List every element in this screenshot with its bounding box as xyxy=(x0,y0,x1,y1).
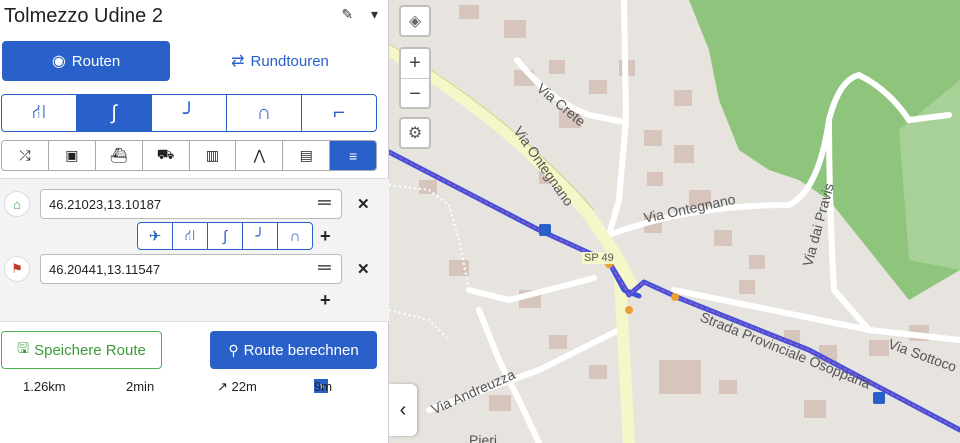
calculate-route-label: Route berechnen xyxy=(243,341,359,359)
shuffle-icon: ⤮ xyxy=(19,147,31,163)
profile-curvy-4-button[interactable]: ⌐ xyxy=(302,95,376,131)
map-view[interactable]: Via Crete Via Ontegnano Via Ontegnano Vi… xyxy=(389,0,960,443)
route-stats: 1.26km 2min ↗ 22m ↘ 9m xyxy=(0,379,389,399)
finish-flag-icon: ⚑ xyxy=(4,256,30,282)
tab-rundtouren-label: Rundtouren xyxy=(250,52,329,70)
tab-routen-label: Routen xyxy=(71,52,121,70)
loop-arrows-icon: ⇄ xyxy=(231,53,245,70)
curvy-road-3-icon: ∩ xyxy=(256,101,272,124)
drag-handle-icon[interactable]: ═ xyxy=(318,192,331,213)
highway-icon: ⛙ xyxy=(31,100,47,123)
road-narrow-icon: ⋀ xyxy=(253,147,266,163)
add-waypoint-plus-icon[interactable]: + xyxy=(320,290,331,311)
segment-profile-selector: ✈ ⛙ ∫ ╯ ∩ xyxy=(137,222,313,250)
segment-profile-highway-button[interactable]: ⛙ xyxy=(173,223,208,249)
filter-ferry-button[interactable]: ⛴ xyxy=(96,141,143,170)
layers-button[interactable]: ◈ xyxy=(399,5,431,37)
search-icon: ⚲ xyxy=(228,341,239,358)
profile-curvy-1-button[interactable]: ∫ xyxy=(77,95,152,131)
header: Tolmezzo Udine 2 ✎ ▾ xyxy=(4,4,384,30)
caret-down-icon[interactable]: ▾ xyxy=(371,6,378,22)
route-duration: 2min xyxy=(126,379,155,394)
segment-profile-curvy-1-button[interactable]: ∫ xyxy=(208,223,243,249)
collapse-sidebar-button[interactable]: ‹ xyxy=(389,384,417,436)
ferry-icon: ⛴ xyxy=(109,147,128,163)
gear-icon: ⚙ xyxy=(407,125,423,142)
tab-rundtouren[interactable]: ⇄ Rundtouren xyxy=(182,41,378,81)
route-ascent: ↗ 22m xyxy=(217,379,257,394)
filter-shuffle-button[interactable]: ⤮ xyxy=(2,141,49,170)
filter-car-button[interactable]: ⛟ xyxy=(143,141,190,170)
toll-money-icon: ▣ xyxy=(65,147,79,163)
filter-tunnel-button[interactable]: ▥ xyxy=(190,141,237,170)
curvy-road-icon: ∫ xyxy=(222,227,228,245)
tab-routen[interactable]: ◉ Routen xyxy=(2,41,170,81)
app-root: Tolmezzo Udine 2 ✎ ▾ ◉ Routen ⇄ Rundtour… xyxy=(0,0,960,443)
filter-narrow-road-button[interactable]: ⋀ xyxy=(236,141,284,170)
map-settings-button[interactable]: ⚙ xyxy=(399,117,431,149)
remove-end-icon[interactable]: ✕ xyxy=(357,260,370,278)
drag-handle-icon[interactable]: ═ xyxy=(318,257,331,278)
segment-profile-curvy-2-button[interactable]: ╯ xyxy=(243,223,278,249)
end-waypoint-input[interactable] xyxy=(40,254,342,284)
start-waypoint-input[interactable] xyxy=(40,189,342,219)
curvy-road-3-icon: ∩ xyxy=(289,227,301,245)
tunnel-icon: ▥ xyxy=(205,147,220,163)
map-canvas xyxy=(389,0,960,443)
route-profile-selector: ⛙ ∫ ╯ ∩ ⌐ xyxy=(1,94,377,132)
pencil-icon[interactable]: ✎ xyxy=(341,6,353,22)
calculate-route-button[interactable]: ⚲ Route berechnen xyxy=(210,331,377,369)
route-planner-sidebar: Tolmezzo Udine 2 ✎ ▾ ◉ Routen ⇄ Rundtour… xyxy=(0,0,389,443)
profile-highway-button[interactable]: ⛙ xyxy=(2,95,77,131)
zoom-out-button[interactable]: − xyxy=(401,79,429,109)
label-sp49: SP 49 xyxy=(582,252,616,264)
home-icon: ⌂ xyxy=(4,191,30,217)
label-pieri: Pieri xyxy=(469,432,498,443)
filter-toll-button[interactable]: ▣ xyxy=(49,141,96,170)
profile-curvy-2-button[interactable]: ╯ xyxy=(152,95,227,131)
compass-icon: ◉ xyxy=(51,53,66,70)
save-route-label: Speichere Route xyxy=(34,341,146,359)
filter-settings-button[interactable]: ≡ xyxy=(330,141,376,170)
car-icon: ⛟ xyxy=(156,146,175,162)
layers-icon: ◈ xyxy=(408,13,422,30)
swallow-icon: ✈ xyxy=(148,228,162,245)
save-route-button[interactable]: 🖫 Speichere Route xyxy=(1,331,162,369)
segment-profile-swallow-button[interactable]: ✈ xyxy=(138,223,173,249)
waypoint-panel: ⌂ ═ ✕ ✈ ⛙ ∫ ╯ ∩ + ⚑ ═ ✕ + xyxy=(0,178,389,322)
chevron-left-icon: ‹ xyxy=(399,398,407,421)
curvy-road-icon: ∫ xyxy=(111,101,117,124)
title-actions: ✎ ▾ xyxy=(327,6,378,23)
zoom-controls: + − xyxy=(399,47,431,109)
curvy-road-2-icon: ╯ xyxy=(255,228,265,245)
unpaved-icon: ▤ xyxy=(299,147,313,163)
floppy-disk-icon: 🖫 xyxy=(17,340,30,356)
segment-profile-curvy-3-button[interactable]: ∩ xyxy=(278,223,312,249)
zoom-in-button[interactable]: + xyxy=(401,49,429,79)
highway-icon: ⛙ xyxy=(184,226,196,244)
route-descent: 9m xyxy=(314,379,333,394)
insert-waypoint-plus-icon[interactable]: + xyxy=(320,226,331,247)
curvy-road-4-icon: ⌐ xyxy=(333,101,345,124)
profile-curvy-3-button[interactable]: ∩ xyxy=(227,95,302,131)
sliders-icon: ≡ xyxy=(348,147,358,164)
remove-start-icon[interactable]: ✕ xyxy=(357,195,370,213)
route-title[interactable]: Tolmezzo Udine 2 xyxy=(4,4,163,28)
mode-tabs: ◉ Routen ⇄ Rundtouren xyxy=(2,41,378,81)
route-distance: 1.26km xyxy=(23,379,66,394)
curvy-road-2-icon: ╯ xyxy=(182,102,196,125)
filter-unpaved-button[interactable]: ▤ xyxy=(283,141,331,170)
route-filter-bar: ⤮ ▣ ⛴ ⛟ ▥ ⋀ ▤ ≡ xyxy=(1,140,377,171)
